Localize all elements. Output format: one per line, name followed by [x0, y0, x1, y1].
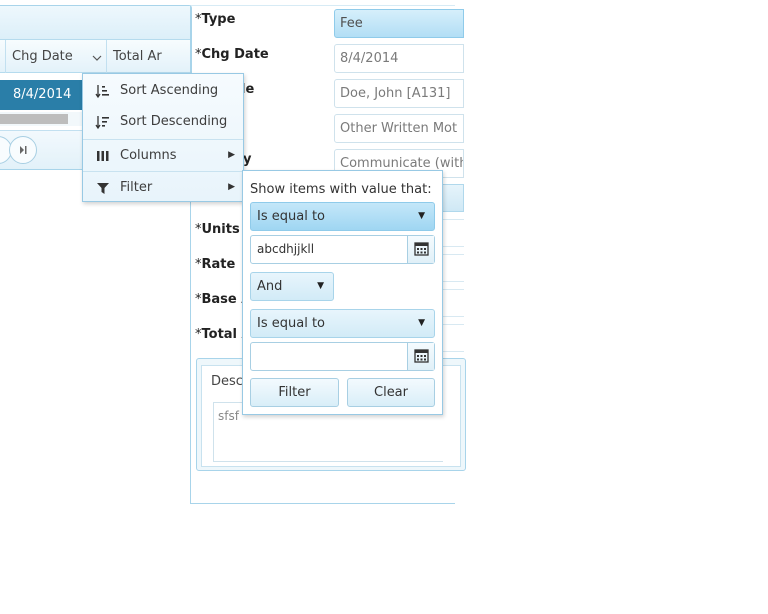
menu-item-columns[interactable]: Columns ▶ — [83, 139, 243, 170]
filter-value-1-input[interactable]: abcdhjjkll — [250, 235, 435, 264]
filter-button[interactable]: Filter — [250, 378, 339, 407]
sort-ascending-icon — [95, 85, 109, 99]
rate-label: *Rate — [195, 257, 236, 272]
filter-operator-1-dropdown[interactable]: Is equal to ▼ — [250, 202, 435, 231]
menu-item-label: Filter — [120, 180, 153, 195]
column-header-chg-date[interactable]: Chg Date — [5, 40, 106, 73]
activity-label: y — [243, 152, 252, 167]
filter-icon — [97, 183, 109, 194]
chg-date-field[interactable]: 8/4/2014 — [334, 44, 464, 73]
filter-title: Show items with value that: — [250, 182, 432, 197]
units-label: *Units — [195, 222, 240, 237]
menu-item-label: Columns — [120, 148, 177, 163]
calendar-icon — [414, 242, 429, 256]
menu-item-label: Sort Descending — [120, 114, 228, 129]
calendar-button[interactable] — [407, 343, 434, 370]
filter-operator-2-dropdown[interactable]: Is equal to ▼ — [250, 309, 435, 338]
table-cell-chg-date: 8/4/2014 — [13, 87, 72, 102]
caret-down-icon: ▼ — [418, 318, 425, 328]
menu-item-filter[interactable]: Filter ▶ — [83, 171, 243, 202]
column-header-total-amount[interactable]: Total Ar — [106, 40, 191, 73]
filter-popup: Show items with value that: Is equal to … — [242, 170, 443, 415]
chg-date-label: *Chg Date — [195, 47, 269, 62]
grid-group-panel — [0, 6, 191, 40]
person-field[interactable]: Doe, John [A131] — [334, 79, 464, 108]
chevron-down-icon[interactable] — [92, 53, 102, 63]
submenu-arrow-icon: ▶ — [228, 182, 235, 192]
menu-item-label: Sort Ascending — [120, 83, 219, 98]
category-field[interactable]: Other Written Mot — [334, 114, 464, 143]
menu-item-sort-ascending[interactable]: Sort Ascending — [83, 75, 243, 106]
calendar-icon — [414, 349, 429, 363]
columns-icon — [97, 151, 109, 161]
column-header-label: Total Ar — [113, 49, 162, 64]
type-dropdown[interactable]: Fee — [334, 9, 464, 38]
filter-logic-dropdown[interactable]: And ▼ — [250, 272, 334, 301]
menu-item-sort-descending[interactable]: Sort Descending — [83, 106, 243, 137]
caret-down-icon: ▼ — [317, 281, 324, 291]
pager-last-button[interactable] — [9, 136, 37, 164]
caret-down-icon: ▼ — [418, 211, 425, 221]
clear-button[interactable]: Clear — [347, 378, 435, 407]
scrollbar-thumb[interactable] — [0, 114, 68, 124]
calendar-button[interactable] — [407, 236, 434, 263]
description-legend: Desc — [208, 374, 246, 389]
last-page-icon — [20, 146, 27, 154]
grid-header: Chg Date Total Ar — [0, 40, 191, 73]
column-menu: Sort Ascending Sort Descending Columns ▶… — [82, 73, 244, 202]
type-label: *Type — [195, 12, 236, 27]
column-header-label: Chg Date — [12, 49, 73, 64]
filter-value-2-input[interactable] — [250, 342, 435, 371]
sort-descending-icon — [95, 116, 109, 130]
submenu-arrow-icon: ▶ — [228, 150, 235, 160]
